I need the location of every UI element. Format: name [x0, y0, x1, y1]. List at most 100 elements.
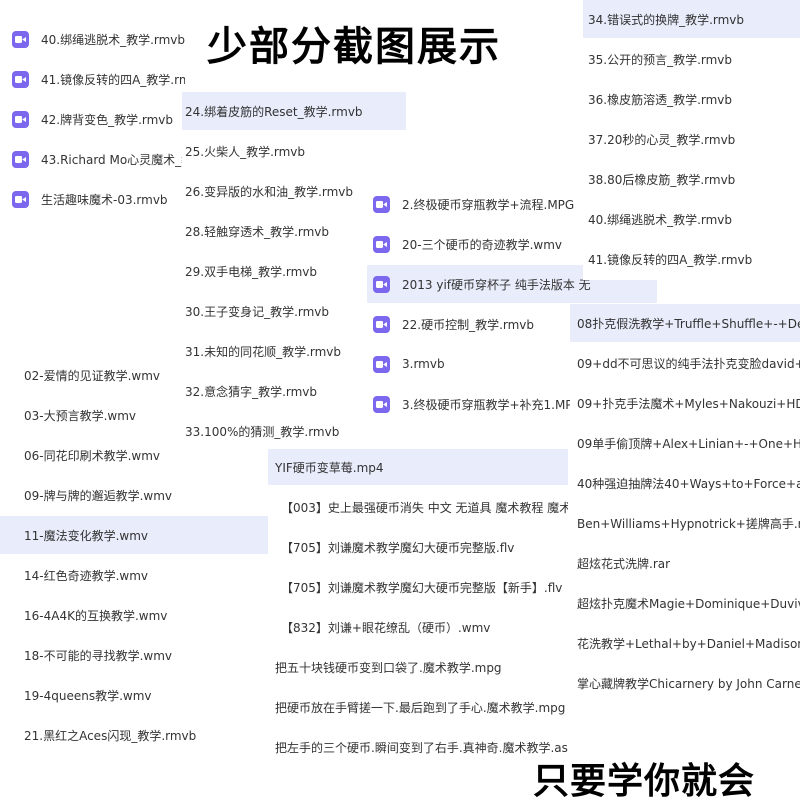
file-name: 【832】刘谦+眼花缭乱（硬币）.wmv	[281, 620, 491, 635]
file-name: 20-三个硬币的奇迹教学.wmv	[402, 237, 563, 252]
file-row[interactable]: 超炫扑克魔术Magie+Dominique+Duvivier	[570, 584, 800, 622]
video-file-icon	[373, 195, 390, 213]
file-name: 2.终极硬币穿瓶教学+流程.MPG	[402, 197, 575, 212]
file-name: 40种强迫抽牌法40+Ways+to+Force+a+Ca	[577, 476, 800, 491]
file-row[interactable]: 18-不可能的寻找教学.wmv	[0, 636, 268, 674]
file-row[interactable]: Ben+Williams+Hypnotrick+搓牌高手.rar	[570, 504, 800, 542]
file-name: 08扑克假洗教学+Truffle+Shuffle+-+Derek	[577, 316, 800, 331]
file-name: YIF硬币变草莓.mp4	[275, 460, 384, 475]
file-name: 09+扑克手法魔术+Myles+Nakouzi+HD	[577, 396, 800, 411]
file-name: 把五十块钱硬币变到口袋了.魔术教学.mpg	[275, 660, 502, 675]
file-row[interactable]: 24.绑着皮筋的Reset_教学.rmvb	[182, 92, 406, 130]
file-name: 25.火柴人_教学.rmvb	[185, 144, 306, 159]
file-name: 2013 yif硬币穿杯子 纯手法版本 无	[402, 277, 591, 292]
file-row[interactable]: 43.Richard Mo心灵魔术_教学	[0, 140, 185, 178]
file-name: 40.绑绳逃脱术_教学.rmvb	[41, 32, 185, 47]
file-row[interactable]: 41.镜像反转的四A_教学.rmvb	[0, 60, 185, 98]
video-file-icon	[12, 110, 29, 128]
file-row[interactable]: 09+dd不可思议的纯手法扑克变脸david+jo	[570, 344, 800, 382]
file-name: 35.公开的预言_教学.rmvb	[588, 52, 733, 67]
file-name: 40.绑绳逃脱术_教学.rmvb	[588, 212, 733, 227]
file-row[interactable]: 36.橡皮筋溶透_教学.rmvb	[583, 80, 800, 118]
file-name: 【705】刘谦魔术教学魔幻大硬币完整版.flv	[281, 540, 515, 555]
file-name: 28.轻触穿透术_教学.rmvb	[185, 224, 330, 239]
file-row[interactable]: 14-红色奇迹教学.wmv	[0, 556, 268, 594]
file-name: 11-魔法变化教学.wmv	[24, 528, 149, 543]
file-name: 把硬币放在手臂搓一下.最后跑到了手心.魔术教学.mpg	[275, 700, 566, 715]
file-name: 36.橡皮筋溶透_教学.rmvb	[588, 92, 733, 107]
file-name: 38.80后橡皮筋_教学.rmvb	[588, 172, 736, 187]
file-name: 34.错误式的换牌_教学.rmvb	[588, 12, 745, 27]
video-file-icon	[373, 235, 390, 253]
file-name: 【003】史上最强硬币消失 中文 无道具 魔术教程 魔术	[281, 500, 568, 515]
file-list-panel-a: 40.绑绳逃脱术_教学.rmvb 41.镜像反转的四A_教学.rmvb 42.牌背变…	[0, 20, 185, 220]
file-row[interactable]: 把左手的三个硬币.瞬间变到了右手.真神奇.魔术教学.asf	[268, 729, 568, 765]
video-file-icon	[12, 190, 29, 208]
file-name: 06-同花印刷术教学.wmv	[24, 448, 161, 463]
file-row[interactable]: 09+扑克手法魔术+Myles+Nakouzi+HD	[570, 384, 800, 422]
file-row[interactable]: 08扑克假洗教学+Truffle+Shuffle+-+Derek	[570, 304, 800, 342]
file-row[interactable]: YIF硬币变草莓.mp4	[268, 449, 568, 485]
file-list-panel-g: 08扑克假洗教学+Truffle+Shuffle+-+Derek 09+dd不可思…	[570, 303, 800, 703]
video-file-icon	[12, 70, 29, 88]
file-name: 21.黑红之Aces闪现_教学.rmvb	[24, 728, 197, 743]
file-list-panel-f: YIF硬币变草莓.mp4 【003】史上最强硬币消失 中文 无道具 魔术教程 魔术…	[268, 448, 568, 768]
file-name: 03-大预言教学.wmv	[24, 408, 137, 423]
video-file-icon	[373, 395, 390, 413]
video-file-icon	[373, 355, 390, 373]
file-name: 02-爱情的见证教学.wmv	[24, 368, 161, 383]
file-name: 32.意念猜字_教学.rmvb	[185, 384, 318, 399]
file-row[interactable]: 09单手偷顶牌+Alex+Linian+-+One+Hand	[570, 424, 800, 462]
file-name: 3.终极硬币穿瓶教学+补充1.MPG	[402, 397, 582, 412]
file-name: 31.未知的同花顺_教学.rmvb	[185, 344, 342, 359]
file-name: Ben+Williams+Hypnotrick+搓牌高手.rar	[577, 516, 800, 531]
file-row[interactable]: 40种强迫抽牌法40+Ways+to+Force+a+Ca	[570, 464, 800, 502]
file-name: 超炫花式洗牌.rar	[577, 556, 671, 571]
file-row[interactable]: 19-4queens教学.wmv	[0, 676, 268, 714]
file-list-panel-d: 34.错误式的换牌_教学.rmvb 35.公开的预言_教学.rmvb 36.橡皮筋溶…	[583, 0, 800, 280]
file-row[interactable]: 34.错误式的换牌_教学.rmvb	[583, 0, 800, 38]
file-name: 24.绑着皮筋的Reset_教学.rmvb	[185, 104, 363, 119]
file-name: 16-4A4K的互换教学.wmv	[24, 608, 168, 623]
file-row[interactable]: 11-魔法变化教学.wmv	[0, 516, 268, 554]
file-name: 把左手的三个硬币.瞬间变到了右手.真神奇.魔术教学.asf	[275, 740, 568, 755]
file-name: 33.100%的猜测_教学.rmvb	[185, 424, 340, 439]
file-name: 41.镜像反转的四A_教学.rmvb	[41, 72, 185, 87]
video-file-icon	[12, 30, 29, 48]
file-row[interactable]: 【705】刘谦魔术教学魔幻大硬币完整版【新手】.flv	[268, 569, 568, 605]
file-row[interactable]: 超炫花式洗牌.rar	[570, 544, 800, 582]
file-name: 22.硬币控制_教学.rmvb	[402, 317, 535, 332]
file-row[interactable]: 38.80后橡皮筋_教学.rmvb	[583, 160, 800, 198]
file-row[interactable]: 40.绑绳逃脱术_教学.rmvb	[583, 200, 800, 238]
overlay-title-bottom: 只要学你就会	[533, 761, 756, 802]
file-name: 09单手偷顶牌+Alex+Linian+-+One+Hand	[577, 436, 800, 451]
video-file-icon	[373, 315, 390, 333]
file-row[interactable]: 掌心藏牌教学Chicarnery by John Carney	[570, 664, 800, 702]
video-file-icon	[373, 275, 390, 293]
file-row[interactable]: 把硬币放在手臂搓一下.最后跑到了手心.魔术教学.mpg	[268, 689, 568, 725]
file-name: 18-不可能的寻找教学.wmv	[24, 648, 173, 663]
file-row[interactable]: 16-4A4K的互换教学.wmv	[0, 596, 268, 634]
file-row[interactable]: 09-牌与牌的邂逅教学.wmv	[0, 476, 268, 514]
file-name: 26.变异版的水和油_教学.rmvb	[185, 184, 354, 199]
file-row[interactable]: 【003】史上最强硬币消失 中文 无道具 魔术教程 魔术	[268, 489, 568, 525]
file-row[interactable]: 花洗教学+Lethal+by+Daniel+Madison+-	[570, 624, 800, 662]
file-name: 超炫扑克魔术Magie+Dominique+Duvivier	[577, 596, 800, 611]
file-name: 09-牌与牌的邂逅教学.wmv	[24, 488, 173, 503]
file-row[interactable]: 37.20秒的心灵_教学.rmvb	[583, 120, 800, 158]
file-name: 掌心藏牌教学Chicarnery by John Carney	[577, 676, 800, 691]
file-row[interactable]: 生活趣味魔术-03.rmvb	[0, 180, 185, 218]
file-row[interactable]: 【705】刘谦魔术教学魔幻大硬币完整版.flv	[268, 529, 568, 565]
file-row[interactable]: 把五十块钱硬币变到口袋了.魔术教学.mpg	[268, 649, 568, 685]
file-row[interactable]: 42.牌背变色_教学.rmvb	[0, 100, 185, 138]
file-row[interactable]: 41.镜像反转的四A_教学.rmvb	[583, 240, 800, 278]
file-name: 29.双手电梯_教学.rmvb	[185, 264, 318, 279]
file-name: 41.镜像反转的四A_教学.rmvb	[588, 252, 753, 267]
file-row[interactable]: 21.黑红之Aces闪现_教学.rmvb	[0, 716, 268, 754]
file-row[interactable]: 【832】刘谦+眼花缭乱（硬币）.wmv	[268, 609, 568, 645]
video-file-icon	[12, 150, 29, 168]
file-name: 43.Richard Mo心灵魔术_教学	[41, 152, 185, 167]
file-row[interactable]: 40.绑绳逃脱术_教学.rmvb	[0, 20, 185, 58]
file-row[interactable]: 35.公开的预言_教学.rmvb	[583, 40, 800, 78]
file-row[interactable]: 25.火柴人_教学.rmvb	[182, 132, 406, 170]
